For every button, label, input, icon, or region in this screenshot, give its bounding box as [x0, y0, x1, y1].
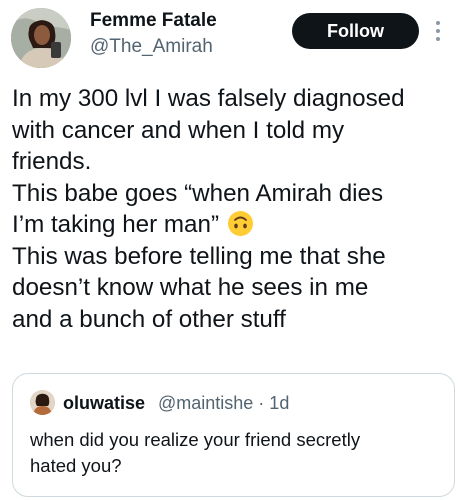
- quoted-author-name: oluwatise: [63, 393, 146, 413]
- author-avatar-image: [11, 8, 71, 68]
- tweet-line: friends.: [12, 148, 92, 175]
- tweet-line: This babe goes “when Amirah dies: [12, 179, 384, 207]
- tweet-line: with cancer and when I told my: [12, 116, 345, 144]
- quoted-tweet-card[interactable]: oluwatise @maintishe · 1d when did you r…: [12, 373, 455, 497]
- tweet-line-with-emoji: I’m taking her man”: [12, 209, 460, 241]
- quoted-tweet-line: hated you?: [30, 455, 122, 476]
- tweet-line: I’m taking her man”: [12, 211, 220, 238]
- quoted-tweet-line: when did you realize your friend secretl…: [30, 429, 361, 450]
- tweet-line: and a bunch of other stuff: [12, 305, 286, 333]
- tweet-line: This was before telling me that she: [12, 242, 386, 270]
- tweet-text: In my 300 lvl I was falsely diagnosed wi…: [12, 83, 460, 335]
- more-vertical-icon[interactable]: [434, 20, 442, 42]
- upside-down-face-emoji-icon: [227, 210, 254, 237]
- quoted-author-avatar: [30, 390, 55, 415]
- tweet-line: In my 300 lvl I was falsely diagnosed: [12, 85, 405, 112]
- quoted-author-meta: @maintishe · 1d: [158, 393, 290, 413]
- author-handle[interactable]: @The_Amirah: [90, 36, 213, 58]
- author-avatar[interactable]: [11, 8, 71, 68]
- author-display-name[interactable]: Femme Fatale: [90, 10, 217, 32]
- quoted-tweet-text: when did you realize your friend secretl…: [30, 427, 445, 479]
- tweet-line: doesn’t know what he sees in me: [12, 274, 369, 301]
- follow-button[interactable]: Follow: [292, 13, 419, 49]
